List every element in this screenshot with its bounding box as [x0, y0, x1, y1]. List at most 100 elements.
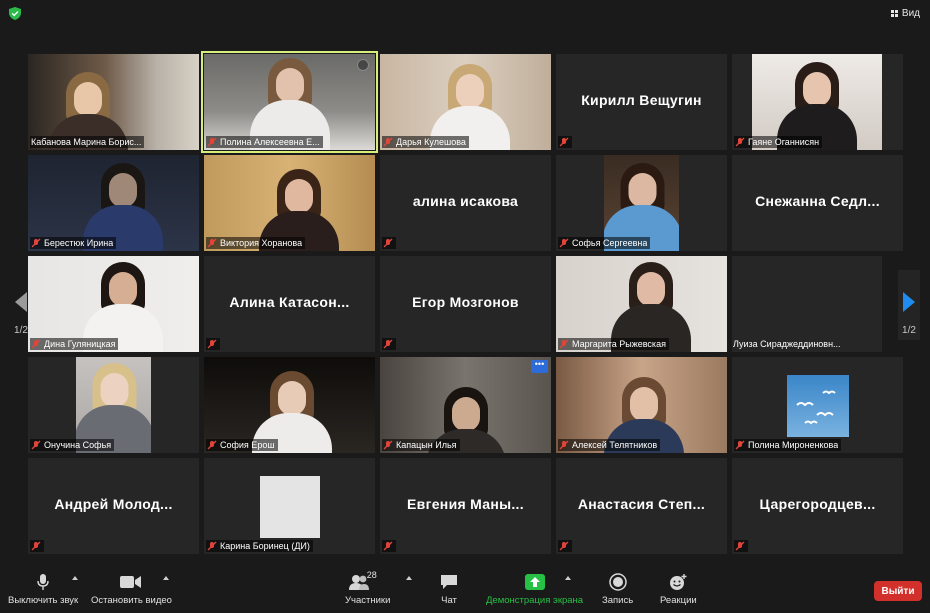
participant-mute-indicator: [734, 540, 748, 552]
participant-name-label: Онучина Софья: [30, 439, 115, 451]
chat-button[interactable]: Чат: [440, 572, 458, 606]
participant-mute-indicator: [558, 136, 572, 148]
more-options-button[interactable]: •••: [531, 360, 548, 373]
mic-muted-icon: [735, 137, 745, 147]
audio-options-caret[interactable]: [72, 576, 78, 580]
leave-meeting-button[interactable]: Выйти: [874, 581, 922, 601]
mic-muted-icon: [383, 541, 393, 551]
participant-tile[interactable]: Гаяне Оганнисян: [732, 54, 903, 150]
participant-tile[interactable]: Дарья Кулешова: [380, 54, 551, 150]
participant-tile[interactable]: Карина Боринец (ДИ): [204, 458, 375, 554]
microphone-icon: [37, 574, 49, 590]
mic-muted-icon: [735, 541, 745, 551]
share-screen-label: Демонстрация экрана: [486, 595, 584, 606]
participants-label: Участники: [345, 595, 391, 606]
mic-muted-icon: [383, 339, 393, 349]
participant-name-label: Дарья Кулешова: [382, 136, 469, 148]
participant-name-display: Андрей Молод...: [54, 496, 173, 512]
participant-name-display: Егор Мозгонов: [412, 294, 519, 310]
participants-count: 28: [366, 570, 377, 580]
share-options-caret[interactable]: [565, 576, 571, 580]
reactions-button[interactable]: Реакции: [660, 572, 697, 606]
participant-name-label: Алексей Телятников: [558, 439, 661, 451]
participant-tile[interactable]: Алина Катасон...: [204, 256, 375, 352]
participants-icon: [348, 575, 369, 590]
mic-muted-icon: [31, 238, 41, 248]
mic-muted-icon: [559, 137, 569, 147]
participant-name-label: Кабанова Марина Борис...: [30, 136, 145, 148]
encryption-shield-icon[interactable]: [9, 7, 21, 20]
view-label: Вид: [901, 7, 920, 19]
participant-tile[interactable]: Кабанова Марина Борис...: [28, 54, 199, 150]
participant-name-label: Берестюк Ирина: [30, 237, 117, 249]
participant-name-label: Полина Мироненкова: [734, 439, 842, 451]
participant-tile[interactable]: Кирилл Вещугин: [556, 54, 727, 150]
mic-muted-icon: [207, 440, 217, 450]
participant-tile[interactable]: Софья Сергеевна: [556, 155, 727, 251]
mute-label: Выключить звук: [8, 595, 79, 606]
participants-options-caret[interactable]: [406, 576, 412, 580]
reactions-smiley-icon: [670, 574, 687, 590]
stop-video-label: Остановить видео: [91, 595, 172, 606]
participant-name-display: Анастасия Степ...: [577, 496, 706, 512]
participants-button[interactable]: 28 Участники: [345, 570, 391, 606]
chat-bubble-icon: [441, 575, 457, 589]
participant-name-label: Виктория Хоранова: [206, 237, 306, 249]
participant-tile[interactable]: Виктория Хоранова: [204, 155, 375, 251]
participant-tile[interactable]: алина исакова: [380, 155, 551, 251]
participant-tile[interactable]: Полина Мироненкова: [732, 357, 903, 453]
chat-label: Чат: [441, 595, 457, 606]
participant-tile[interactable]: Егор Мозгонов: [380, 256, 551, 352]
mic-muted-icon: [383, 137, 393, 147]
top-bar: Вид: [0, 0, 930, 26]
mic-muted-icon: [383, 440, 393, 450]
participant-tile[interactable]: Царегородцев...: [732, 458, 903, 554]
video-camera-icon: [120, 576, 142, 588]
participant-tile-active-speaker[interactable]: Полина Алексеевна Е...: [201, 51, 378, 153]
record-icon: [608, 573, 627, 591]
participant-tile[interactable]: Андрей Молод...: [28, 458, 199, 554]
participant-name-label: Маргарита Рыжевская: [558, 338, 669, 350]
share-screen-icon: [524, 574, 545, 590]
participant-video: [787, 375, 849, 437]
mic-muted-icon: [207, 541, 217, 551]
next-page-button[interactable]: 1/2: [898, 270, 920, 340]
participant-mute-indicator: [558, 540, 572, 552]
chevron-right-icon: [903, 292, 915, 312]
participant-tile[interactable]: Берестюк Ирина: [28, 155, 199, 251]
participant-name-display: Царегородцев...: [759, 496, 876, 512]
participant-tile[interactable]: Маргарита Рыжевская: [556, 256, 727, 352]
mic-muted-icon: [207, 238, 217, 248]
participant-tile[interactable]: Онучина Софья: [28, 357, 199, 453]
participant-tile[interactable]: ••• Капацын Илья: [380, 357, 551, 453]
stop-video-button[interactable]: Остановить видео: [91, 572, 172, 606]
camera-switch-icon: [357, 59, 369, 71]
participant-name-label: Дина Гуляницкая: [30, 338, 119, 350]
mic-muted-icon: [559, 541, 569, 551]
participant-name-label: Полина Алексеевна Е...: [206, 136, 323, 148]
gallery-grid-icon: [890, 9, 898, 17]
video-options-caret[interactable]: [163, 576, 169, 580]
participant-tile[interactable]: Дина Гуляницкая: [28, 256, 199, 352]
participant-tile[interactable]: Анастасия Степ...: [556, 458, 727, 554]
participant-name-display: алина исакова: [412, 193, 519, 209]
participant-mute-indicator: [30, 540, 44, 552]
participant-mute-indicator: [382, 237, 396, 249]
participant-tile[interactable]: Луиза Сираджеддиновн...: [732, 256, 882, 352]
mic-muted-icon: [559, 339, 569, 349]
participant-tile[interactable]: Алексей Телятников: [556, 357, 727, 453]
participant-name-label: Капацын Илья: [382, 439, 460, 451]
participant-tile[interactable]: Снежанна Седл...: [732, 155, 903, 251]
participant-name-label: Софья Сергеевна: [558, 237, 651, 249]
view-button[interactable]: Вид: [890, 5, 920, 21]
record-button[interactable]: Запись: [602, 572, 633, 606]
participant-tile[interactable]: Евгения Маны...: [380, 458, 551, 554]
mic-muted-icon: [31, 541, 41, 551]
mute-button[interactable]: Выключить звук: [8, 572, 78, 606]
reactions-label: Реакции: [660, 595, 697, 606]
page-indicator-right: 1/2: [902, 325, 916, 336]
participant-mute-indicator: [206, 338, 220, 350]
participant-tile[interactable]: София Ерош: [204, 357, 375, 453]
participant-mute-indicator: [382, 540, 396, 552]
seagulls-image: [796, 390, 836, 425]
